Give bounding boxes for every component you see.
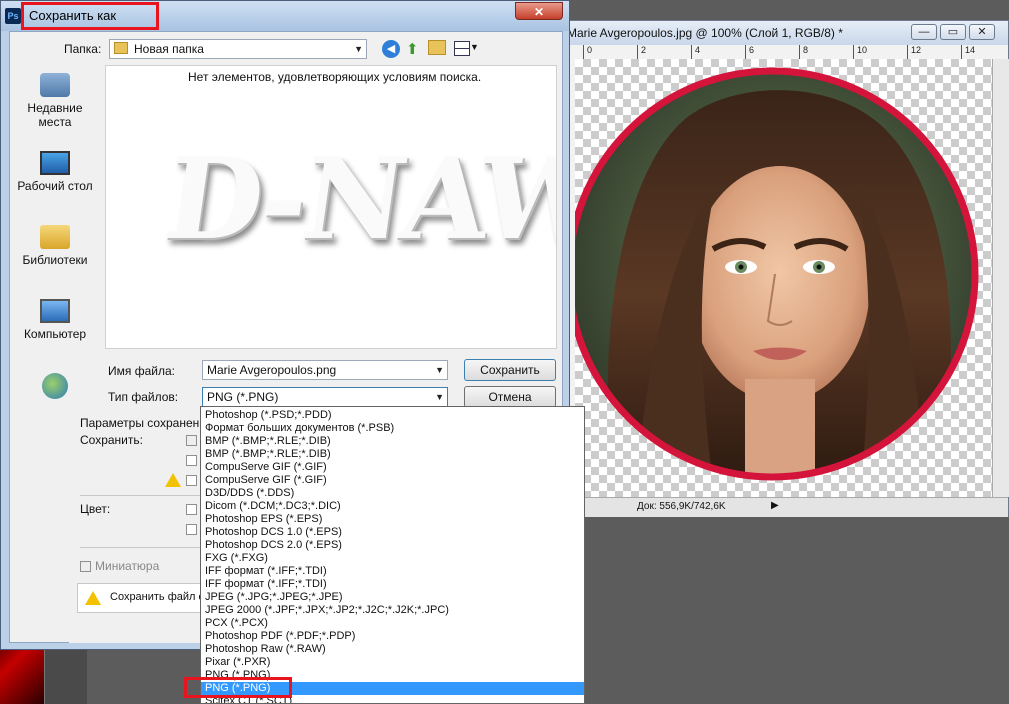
places-sidebar: Недавние места Рабочий стол Библиотеки К…: [13, 65, 97, 407]
filetype-option[interactable]: Photoshop EPS (*.EPS): [201, 513, 584, 526]
desktop-icon: [40, 151, 70, 175]
place-label: Компьютер: [23, 327, 87, 341]
network-icon: [42, 373, 68, 399]
folder-icon: [114, 42, 128, 54]
filetype-option[interactable]: CompuServe GIF (*.GIF): [201, 474, 584, 487]
ruler-tick: 14: [965, 45, 976, 55]
chevron-down-icon: ▼: [435, 365, 444, 375]
filetype-option[interactable]: CompuServe GIF (*.GIF): [201, 461, 584, 474]
annotation-highlight-png: [184, 677, 292, 698]
computer-icon: [40, 299, 70, 323]
filetype-option[interactable]: Photoshop (*.PSD;*.PDD): [201, 409, 584, 422]
portrait-image: [575, 67, 979, 481]
save-options-label: Сохранить:: [80, 433, 143, 447]
thumbnail-checkbox[interactable]: [80, 561, 91, 572]
filetype-option[interactable]: JPEG 2000 (*.JPF;*.JPX;*.JP2;*.J2C;*.J2K…: [201, 604, 584, 617]
separator: [80, 495, 200, 496]
save-button[interactable]: Сохранить: [464, 359, 556, 381]
new-folder-icon[interactable]: [428, 40, 446, 55]
thumbnail-label: Миниатюра: [95, 559, 160, 573]
filetype-label: Тип файлов:: [108, 390, 179, 404]
filetype-option[interactable]: BMP (*.BMP;*.RLE;*.DIB): [201, 448, 584, 461]
horizontal-ruler: 0 2 4 6 8 10 12 14: [561, 45, 1008, 60]
libraries-icon: [40, 225, 70, 249]
filetype-option[interactable]: IFF формат (*.IFF;*.TDI): [201, 565, 584, 578]
ruler-tick: 6: [749, 45, 755, 55]
chevron-down-icon: ▼: [435, 392, 444, 402]
view-menu-icon[interactable]: [454, 41, 470, 56]
warning-icon: [85, 591, 101, 605]
close-button[interactable]: ✕: [969, 24, 995, 40]
dialog-close-button[interactable]: ✕: [515, 2, 563, 20]
place-label: Недавние места: [27, 101, 83, 129]
separator: [80, 547, 200, 548]
filetype-option[interactable]: Photoshop DCS 1.0 (*.EPS): [201, 526, 584, 539]
filetype-option[interactable]: Photoshop PDF (*.PDF;*.PDP): [201, 630, 584, 643]
chevron-down-icon: ▼: [354, 44, 363, 54]
photoshop-app-icon: Ps: [5, 8, 21, 24]
view-chevron-down-icon[interactable]: ▼: [470, 42, 479, 52]
back-icon[interactable]: ◀: [382, 40, 400, 58]
folder-label: Папка:: [64, 42, 102, 56]
filetype-dropdown-list[interactable]: Photoshop (*.PSD;*.PDD) Формат больших до…: [200, 406, 585, 704]
folder-value: Новая папка: [134, 42, 204, 56]
filename-input[interactable]: Marie Avgeropoulos.png ▼: [202, 360, 448, 380]
recent-places-icon: [40, 73, 70, 97]
filetype-option[interactable]: Photoshop DCS 2.0 (*.EPS): [201, 539, 584, 552]
ruler-tick: 10: [857, 45, 868, 55]
status-bar: Док: 556,9K/742,6K ▶: [561, 497, 1008, 517]
place-recent[interactable]: Недавние места: [13, 73, 97, 129]
options-title: Параметры сохранения: [80, 416, 213, 430]
filename-value: Marie Avgeropoulos.png: [207, 363, 337, 377]
file-list[interactable]: Нет элементов, удовлетворяющих условиям …: [105, 65, 557, 349]
place-libraries[interactable]: Библиотеки: [13, 225, 97, 267]
place-label: Библиотеки: [22, 253, 88, 267]
save-option-checkbox[interactable]: [186, 475, 197, 486]
document-title: Marie Avgeropoulos.jpg @ 100% (Слой 1, R…: [567, 26, 843, 40]
cancel-button[interactable]: Отмена: [464, 386, 556, 408]
watermark-logo: D-NAW: [156, 134, 557, 265]
ruler-tick: 4: [695, 45, 701, 55]
place-label: Рабочий стол: [17, 179, 93, 193]
filetype-option[interactable]: FXG (*.FXG): [201, 552, 584, 565]
filetype-value: PNG (*.PNG): [207, 390, 279, 404]
place-desktop[interactable]: Рабочий стол: [13, 151, 97, 193]
document-title-bar[interactable]: Marie Avgeropoulos.jpg @ 100% (Слой 1, R…: [561, 21, 1008, 45]
filetype-option[interactable]: JPEG (*.JPG;*.JPEG;*.JPE): [201, 591, 584, 604]
warning-text: Сохранить файл с: [110, 591, 205, 603]
warning-icon: [165, 473, 181, 487]
ruler-tick: 12: [911, 45, 922, 55]
place-computer[interactable]: Компьютер: [13, 299, 97, 341]
filetype-option[interactable]: Dicom (*.DCM;*.DC3;*.DIC): [201, 500, 584, 513]
color-option-checkbox[interactable]: [186, 504, 197, 515]
save-option-checkbox[interactable]: [186, 435, 197, 446]
filetype-option[interactable]: Формат больших документов (*.PSB): [201, 422, 584, 435]
ruler-tick: 8: [803, 45, 809, 55]
filetype-option[interactable]: Pixar (*.PXR): [201, 656, 584, 669]
maximize-button[interactable]: ▭: [940, 24, 966, 40]
ruler-tick: 0: [587, 45, 593, 55]
filetype-option[interactable]: Photoshop Raw (*.RAW): [201, 643, 584, 656]
filetype-option[interactable]: BMP (*.BMP;*.RLE;*.DIB): [201, 435, 584, 448]
color-label: Цвет:: [80, 502, 111, 516]
save-option-checkbox[interactable]: [186, 455, 197, 466]
color-option-checkbox[interactable]: [186, 524, 197, 535]
filetype-select[interactable]: PNG (*.PNG) ▼: [202, 387, 448, 407]
annotation-highlight-title: [21, 2, 159, 30]
photoshop-document-window: Marie Avgeropoulos.jpg @ 100% (Слой 1, R…: [560, 20, 1009, 517]
up-folder-icon[interactable]: ⬆: [406, 40, 419, 58]
filetype-option[interactable]: IFF формат (*.IFF;*.TDI): [201, 578, 584, 591]
filename-label: Имя файла:: [108, 364, 175, 378]
ruler-tick: 2: [641, 45, 647, 55]
filetype-option[interactable]: D3D/DDS (*.DDS): [201, 487, 584, 500]
filetype-option[interactable]: PCX (*.PCX): [201, 617, 584, 630]
status-menu-arrow-icon[interactable]: ▶: [771, 500, 779, 511]
image-canvas[interactable]: [575, 59, 992, 497]
folder-select[interactable]: Новая папка ▼: [109, 39, 367, 59]
empty-list-message: Нет элементов, удовлетворяющих условиям …: [188, 70, 482, 84]
document-size-status: Док: 556,9K/742,6K: [637, 501, 726, 512]
vertical-scrollbar[interactable]: [992, 59, 1009, 497]
minimize-button[interactable]: —: [911, 24, 937, 40]
place-network[interactable]: [13, 373, 97, 403]
